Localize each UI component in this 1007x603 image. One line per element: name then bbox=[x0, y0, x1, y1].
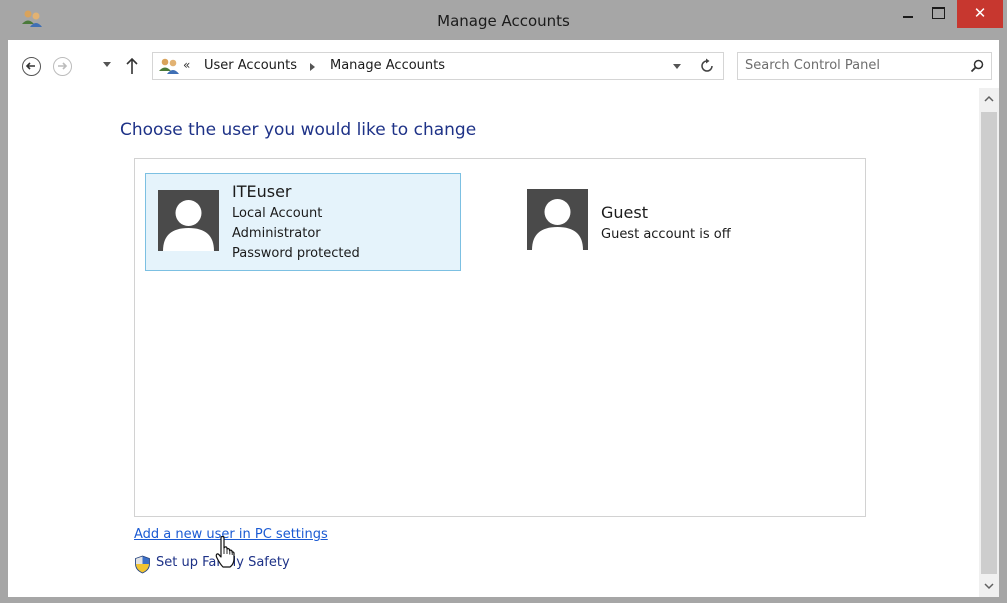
breadcrumb-overflow[interactable]: « bbox=[183, 58, 190, 72]
breadcrumb-separator-icon[interactable] bbox=[310, 63, 315, 71]
user-avatar-icon bbox=[158, 190, 219, 251]
main-content: Choose the user you would like to change… bbox=[8, 88, 987, 597]
scrollbar-thumb[interactable] bbox=[981, 112, 997, 574]
refresh-icon[interactable] bbox=[699, 58, 715, 74]
forward-icon bbox=[58, 62, 68, 70]
title-bar: Manage Accounts ✕ bbox=[0, 0, 1007, 40]
account-tile-iteuser[interactable]: ITEuser Local Account Administrator Pass… bbox=[145, 173, 461, 271]
scroll-down-chevron-icon[interactable] bbox=[979, 575, 999, 597]
back-button[interactable] bbox=[22, 57, 41, 76]
close-icon: ✕ bbox=[973, 4, 987, 22]
manage-accounts-window: Manage Accounts ✕ « User Accounts Manage… bbox=[0, 0, 1007, 603]
shield-icon bbox=[135, 555, 150, 574]
hand-cursor-icon bbox=[215, 536, 235, 568]
breadcrumb-user-accounts[interactable]: User Accounts bbox=[204, 58, 297, 73]
navigation-bar: « User Accounts Manage Accounts Search C… bbox=[8, 40, 999, 88]
up-arrow-icon[interactable] bbox=[125, 56, 139, 76]
maximize-button[interactable] bbox=[924, 0, 952, 28]
account-tile-guest[interactable]: Guest Guest account is off bbox=[515, 173, 815, 271]
account-role: Administrator bbox=[232, 226, 321, 241]
account-type: Local Account bbox=[232, 206, 323, 221]
user-avatar-icon bbox=[527, 189, 588, 250]
minimize-button[interactable] bbox=[894, 0, 922, 28]
accounts-list: ITEuser Local Account Administrator Pass… bbox=[134, 158, 866, 517]
account-name: Guest bbox=[601, 203, 648, 222]
page-title: Choose the user you would like to change bbox=[120, 120, 477, 140]
scroll-up-chevron-icon[interactable] bbox=[979, 88, 999, 110]
account-status: Guest account is off bbox=[601, 227, 731, 242]
account-password-status: Password protected bbox=[232, 246, 360, 261]
breadcrumb-manage-accounts[interactable]: Manage Accounts bbox=[330, 58, 445, 73]
address-bar[interactable]: « User Accounts Manage Accounts bbox=[152, 52, 724, 80]
address-dropdown-chevron-down-icon[interactable] bbox=[673, 64, 681, 69]
user-accounts-icon bbox=[159, 58, 179, 74]
account-name: ITEuser bbox=[232, 182, 292, 201]
window-title: Manage Accounts bbox=[437, 12, 570, 30]
back-icon bbox=[25, 62, 35, 70]
recent-locations-chevron-down-icon[interactable] bbox=[103, 62, 111, 67]
forward-button[interactable] bbox=[53, 57, 72, 76]
vertical-scrollbar[interactable] bbox=[979, 88, 999, 597]
search-box[interactable]: Search Control Panel bbox=[737, 52, 992, 80]
search-input[interactable]: Search Control Panel bbox=[745, 58, 880, 73]
search-icon[interactable] bbox=[970, 59, 984, 73]
close-button[interactable]: ✕ bbox=[957, 0, 1003, 28]
